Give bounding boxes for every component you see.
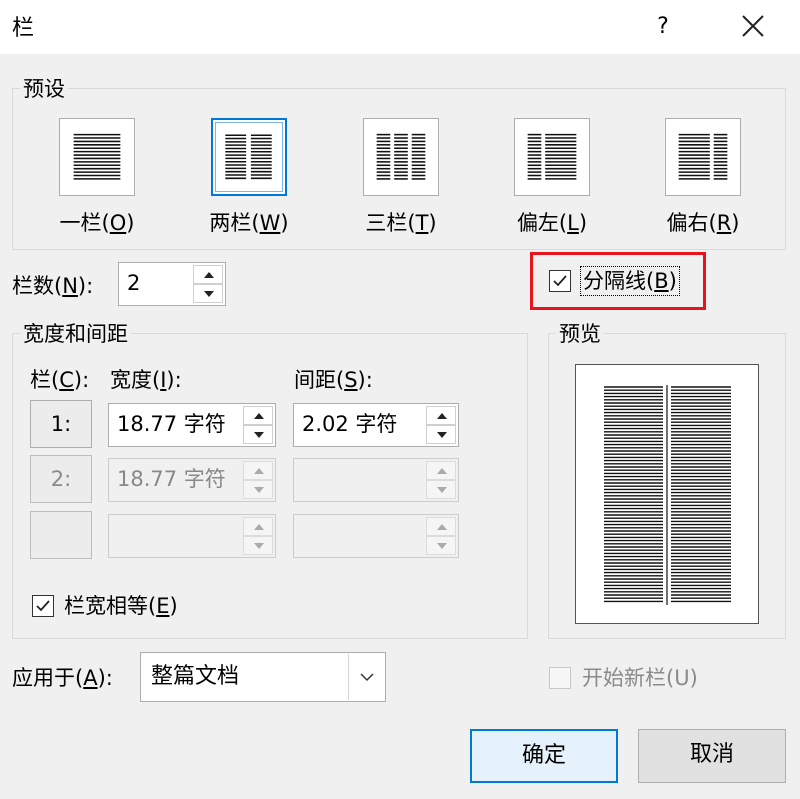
- preview-two-column-graphic: [604, 385, 731, 605]
- arrow-down-icon: [437, 486, 447, 493]
- column-2-width-stepper[interactable]: 18.77 字符: [108, 458, 276, 502]
- separator-highlight: [530, 252, 706, 310]
- arrow-down-icon: [437, 542, 447, 549]
- dialog-title: 栏: [12, 16, 35, 41]
- help-button[interactable]: ?: [648, 10, 678, 44]
- arrow-down-icon: [204, 290, 214, 297]
- new-column-label: 开始新栏(U): [582, 666, 698, 690]
- column-count-stepper[interactable]: 2: [118, 262, 226, 306]
- chevron-down-icon: [360, 673, 374, 682]
- column-3-width-stepper[interactable]: [108, 514, 276, 558]
- left-column-icon: [527, 133, 577, 180]
- column-count-label: 栏数(N):: [12, 274, 94, 298]
- preview-label: 预览: [556, 321, 604, 347]
- apply-to-dropdown[interactable]: 整篇文档: [140, 652, 386, 702]
- column-1-number: 1:: [30, 400, 92, 448]
- column-3-width-up-button[interactable]: [243, 517, 273, 536]
- checkmark-icon: [36, 600, 50, 612]
- equal-width-label: 栏宽相等(E): [64, 594, 178, 618]
- preview-page: [575, 364, 759, 624]
- column-2-spacing-up-button[interactable]: [426, 461, 456, 480]
- column-1-width-stepper[interactable]: 18.77 字符: [108, 403, 276, 447]
- arrow-up-icon: [437, 523, 447, 530]
- column-1-spacing-down-button[interactable]: [426, 425, 456, 444]
- column-count-value: 2: [127, 271, 141, 295]
- apply-to-label: 应用于(A):: [12, 666, 113, 690]
- new-column-checkbox[interactable]: [549, 667, 571, 689]
- preset-two-columns[interactable]: [211, 118, 287, 196]
- arrow-down-icon: [254, 542, 264, 549]
- column-1-spacing-stepper[interactable]: 2.02 字符: [293, 403, 459, 447]
- title-bar: [0, 0, 800, 54]
- ok-button[interactable]: 确定: [470, 729, 618, 783]
- preset-one-column-label: 一栏(O): [59, 211, 135, 235]
- one-column-icon: [73, 132, 121, 182]
- width-spacing-label: 宽度和间距: [20, 321, 131, 347]
- arrow-down-icon: [254, 431, 264, 438]
- three-columns-icon: [376, 133, 426, 180]
- column-3-spacing-up-button[interactable]: [426, 517, 456, 536]
- equal-width-checkbox[interactable]: [32, 595, 54, 617]
- arrow-up-icon: [437, 412, 447, 419]
- column-1-spacing-up-button[interactable]: [426, 406, 456, 425]
- preset-two-columns-label: 两栏(W): [209, 211, 289, 235]
- arrow-down-icon: [254, 486, 264, 493]
- arrow-up-icon: [254, 523, 264, 530]
- apply-to-dropdown-button[interactable]: [348, 654, 384, 700]
- two-columns-icon: [225, 134, 272, 180]
- column-2-number: 2:: [30, 455, 92, 503]
- spacing-header: 间距(S):: [294, 368, 373, 392]
- apply-to-value: 整篇文档: [151, 664, 240, 689]
- col-header: 栏(C):: [30, 368, 90, 392]
- column-1-width-down-button[interactable]: [243, 425, 273, 444]
- column-3-width-down-button[interactable]: [243, 536, 273, 555]
- column-2-width-up-button[interactable]: [243, 461, 273, 480]
- close-button[interactable]: [732, 8, 772, 46]
- column-1-width-up-button[interactable]: [243, 406, 273, 425]
- cancel-button[interactable]: 取消: [638, 729, 786, 783]
- arrow-up-icon: [254, 467, 264, 474]
- column-3-spacing-down-button[interactable]: [426, 536, 456, 555]
- column-2-width-value: 18.77 字符: [117, 467, 226, 491]
- preset-one-column[interactable]: [59, 118, 135, 196]
- column-3-number: [30, 511, 92, 559]
- column-2-spacing-stepper[interactable]: [293, 458, 459, 502]
- right-column-icon: [678, 133, 728, 180]
- arrow-up-icon: [254, 412, 264, 419]
- column-count-up-button[interactable]: [193, 265, 223, 284]
- preset-left[interactable]: [514, 118, 590, 196]
- column-3-spacing-stepper[interactable]: [293, 514, 459, 558]
- column-1-spacing-value: 2.02 字符: [302, 412, 398, 436]
- preset-right-label: 偏右(R): [666, 211, 740, 235]
- preset-three-columns-label: 三栏(T): [365, 211, 437, 235]
- width-header: 宽度(I):: [110, 368, 182, 392]
- arrow-down-icon: [437, 431, 447, 438]
- column-count-down-button[interactable]: [193, 284, 223, 303]
- close-icon: [742, 15, 764, 37]
- arrow-up-icon: [204, 271, 214, 278]
- preset-three-columns[interactable]: [363, 118, 439, 196]
- column-2-width-down-button[interactable]: [243, 480, 273, 499]
- column-2-spacing-down-button[interactable]: [426, 480, 456, 499]
- preset-left-label: 偏左(L): [516, 211, 588, 235]
- arrow-up-icon: [437, 467, 447, 474]
- column-1-width-value: 18.77 字符: [117, 412, 226, 436]
- presets-label: 预设: [20, 76, 68, 102]
- preset-right[interactable]: [665, 118, 741, 196]
